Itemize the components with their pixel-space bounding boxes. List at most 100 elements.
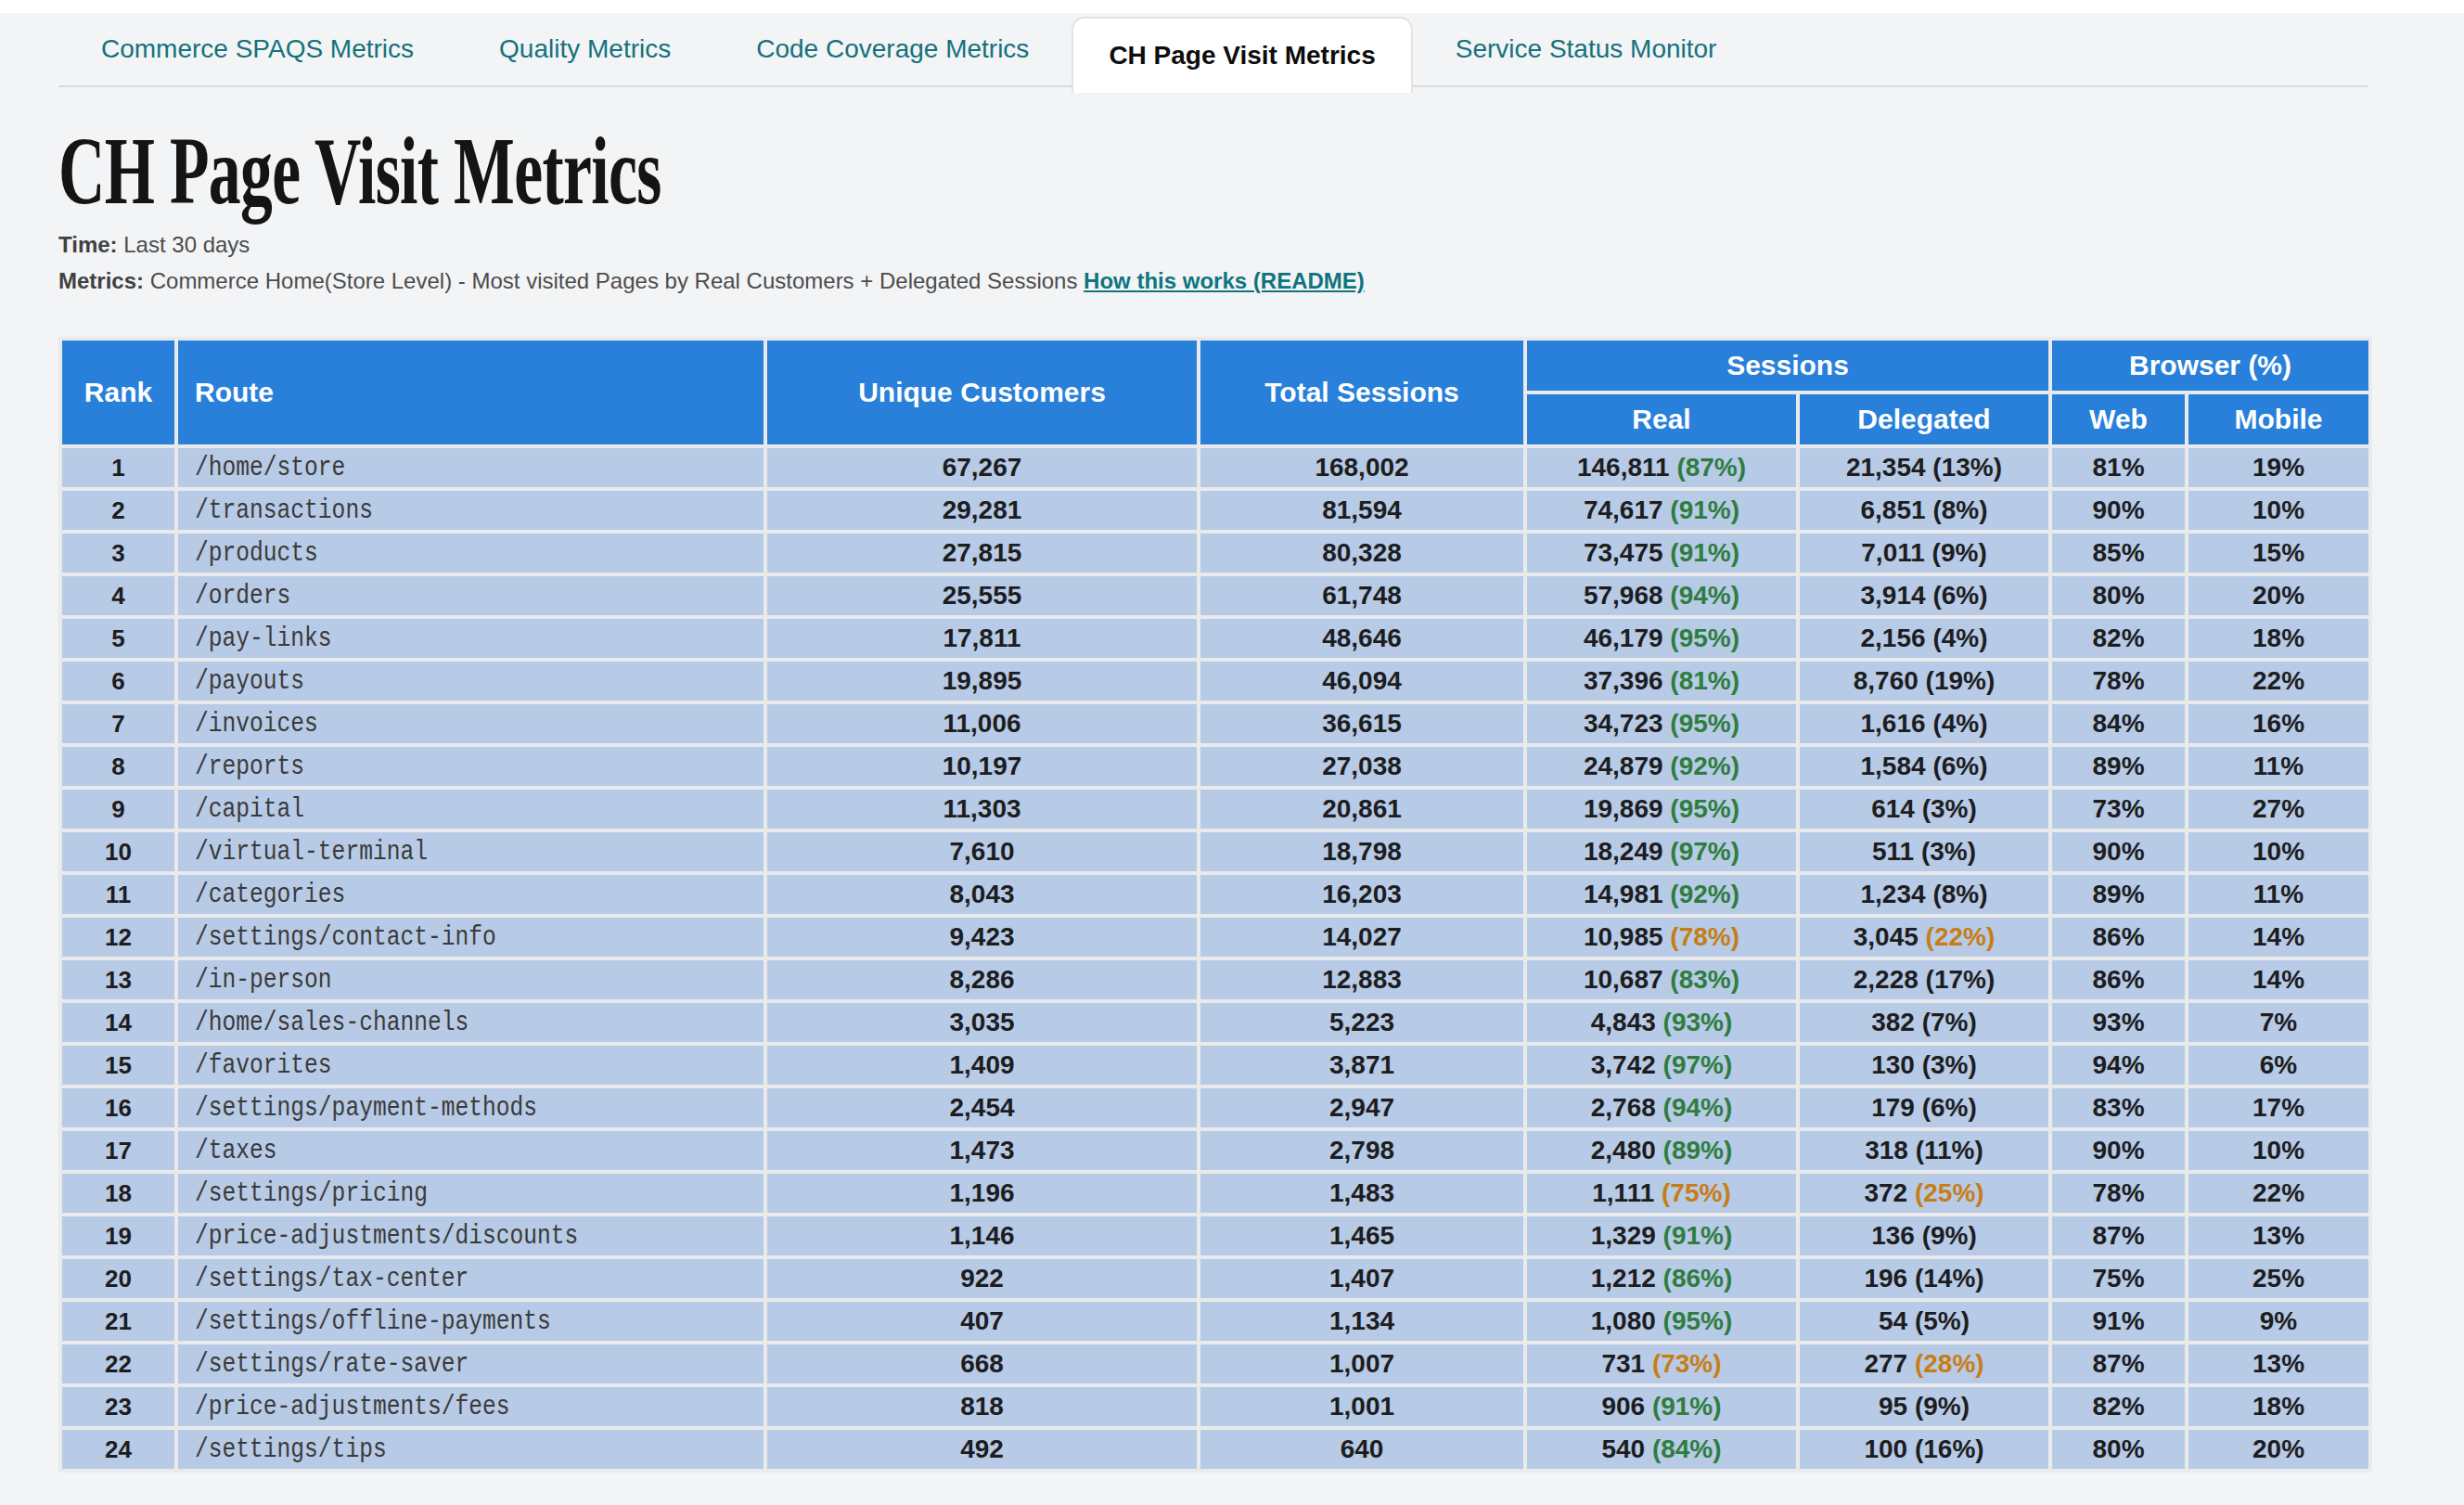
cell-web-pct: 90% <box>2052 832 2185 871</box>
cell-delegated-sessions: 1,234 (8%) <box>1800 875 2048 914</box>
cell-unique-customers: 922 <box>767 1259 1197 1298</box>
table-row: 13 /in-person 8,286 12,883 10,687 (83%) … <box>62 960 2368 999</box>
table-row: 10 /virtual-terminal 7,610 18,798 18,249… <box>62 832 2368 871</box>
cell-web-pct: 75% <box>2052 1259 2185 1298</box>
cell-total-sessions: 12,883 <box>1200 960 1523 999</box>
metrics-table-wrap: Rank Route Unique Customers Total Sessio… <box>58 337 2464 1473</box>
cell-mobile-pct: 22% <box>2188 662 2368 701</box>
cell-total-sessions: 1,007 <box>1200 1344 1523 1383</box>
cell-real-sessions: 18,249 (97%) <box>1527 832 1796 871</box>
cell-real-sessions: 10,985 (78%) <box>1527 918 1796 957</box>
cell-mobile-pct: 19% <box>2188 448 2368 487</box>
tab-quality-metrics[interactable]: Quality Metrics <box>456 13 713 85</box>
metrics-label: Metrics: <box>58 268 144 293</box>
cell-mobile-pct: 20% <box>2188 576 2368 615</box>
cell-unique-customers: 11,006 <box>767 704 1197 743</box>
cell-real-sessions: 146,811 (87%) <box>1527 448 1796 487</box>
cell-rank: 3 <box>62 534 174 572</box>
cell-route: /home/sales-channels <box>178 1003 764 1042</box>
cell-total-sessions: 1,001 <box>1200 1387 1523 1426</box>
cell-rank: 6 <box>62 662 174 701</box>
table-row: 12 /settings/contact-info 9,423 14,027 1… <box>62 918 2368 957</box>
cell-web-pct: 87% <box>2052 1216 2185 1255</box>
tab-service-status-monitor[interactable]: Service Status Monitor <box>1413 13 1760 85</box>
table-row: 21 /settings/offline-payments 407 1,134 … <box>62 1302 2368 1341</box>
cell-delegated-sessions: 196 (14%) <box>1800 1259 2048 1298</box>
cell-web-pct: 73% <box>2052 790 2185 829</box>
cell-route: /settings/tax-center <box>178 1259 764 1298</box>
tab-bar: Commerce SPAQS MetricsQuality MetricsCod… <box>0 13 2464 93</box>
cell-unique-customers: 668 <box>767 1344 1197 1383</box>
cell-unique-customers: 9,423 <box>767 918 1197 957</box>
cell-mobile-pct: 9% <box>2188 1302 2368 1341</box>
cell-total-sessions: 1,465 <box>1200 1216 1523 1255</box>
cell-real-sessions: 906 (91%) <box>1527 1387 1796 1426</box>
page-top-strip <box>0 0 2464 13</box>
cell-total-sessions: 1,483 <box>1200 1174 1523 1213</box>
cell-rank: 2 <box>62 491 174 530</box>
cell-mobile-pct: 17% <box>2188 1088 2368 1127</box>
cell-mobile-pct: 18% <box>2188 1387 2368 1426</box>
cell-unique-customers: 1,146 <box>767 1216 1197 1255</box>
cell-real-sessions: 34,723 (95%) <box>1527 704 1796 743</box>
cell-delegated-sessions: 2,156 (4%) <box>1800 619 2048 658</box>
cell-route: /price-adjustments/discounts <box>178 1216 764 1255</box>
cell-route: /settings/offline-payments <box>178 1302 764 1341</box>
cell-unique-customers: 27,815 <box>767 534 1197 572</box>
cell-web-pct: 78% <box>2052 1174 2185 1213</box>
cell-mobile-pct: 6% <box>2188 1046 2368 1085</box>
header-total-sessions: Total Sessions <box>1200 341 1523 444</box>
cell-route: /home/store <box>178 448 764 487</box>
cell-real-sessions: 14,981 (92%) <box>1527 875 1796 914</box>
cell-rank: 5 <box>62 619 174 658</box>
table-row: 3 /products 27,815 80,328 73,475 (91%) 7… <box>62 534 2368 572</box>
table-row: 9 /capital 11,303 20,861 19,869 (95%) 61… <box>62 790 2368 829</box>
cell-unique-customers: 818 <box>767 1387 1197 1426</box>
cell-delegated-sessions: 54 (5%) <box>1800 1302 2048 1341</box>
cell-rank: 12 <box>62 918 174 957</box>
header-route: Route <box>178 341 764 444</box>
cell-mobile-pct: 10% <box>2188 1131 2368 1170</box>
cell-web-pct: 93% <box>2052 1003 2185 1042</box>
tab-ch-page-visit-metrics[interactable]: CH Page Visit Metrics <box>1072 17 1412 93</box>
cell-delegated-sessions: 277 (28%) <box>1800 1344 2048 1383</box>
tab-commerce-spaqs-metrics[interactable]: Commerce SPAQS Metrics <box>58 13 456 85</box>
cell-total-sessions: 18,798 <box>1200 832 1523 871</box>
cell-route: /settings/payment-methods <box>178 1088 764 1127</box>
cell-route: /products <box>178 534 764 572</box>
cell-rank: 10 <box>62 832 174 871</box>
cell-web-pct: 90% <box>2052 491 2185 530</box>
cell-web-pct: 89% <box>2052 875 2185 914</box>
cell-total-sessions: 36,615 <box>1200 704 1523 743</box>
cell-rank: 7 <box>62 704 174 743</box>
cell-delegated-sessions: 136 (9%) <box>1800 1216 2048 1255</box>
cell-real-sessions: 10,687 (83%) <box>1527 960 1796 999</box>
table-row: 17 /taxes 1,473 2,798 2,480 (89%) 318 (1… <box>62 1131 2368 1170</box>
cell-delegated-sessions: 511 (3%) <box>1800 832 2048 871</box>
cell-route: /settings/pricing <box>178 1174 764 1213</box>
cell-real-sessions: 1,111 (75%) <box>1527 1174 1796 1213</box>
tab-code-coverage-metrics[interactable]: Code Coverage Metrics <box>713 13 1072 85</box>
cell-web-pct: 94% <box>2052 1046 2185 1085</box>
cell-total-sessions: 1,407 <box>1200 1259 1523 1298</box>
cell-mobile-pct: 13% <box>2188 1216 2368 1255</box>
cell-route: /settings/tips <box>178 1430 764 1469</box>
table-row: 2 /transactions 29,281 81,594 74,617 (91… <box>62 491 2368 530</box>
cell-unique-customers: 10,197 <box>767 747 1197 786</box>
cell-web-pct: 81% <box>2052 448 2185 487</box>
header-mobile: Mobile <box>2188 394 2368 444</box>
readme-link[interactable]: How this works (README) <box>1084 268 1365 293</box>
cell-route: /transactions <box>178 491 764 530</box>
table-row: 19 /price-adjustments/discounts 1,146 1,… <box>62 1216 2368 1255</box>
cell-web-pct: 78% <box>2052 662 2185 701</box>
cell-rank: 16 <box>62 1088 174 1127</box>
cell-route: /price-adjustments/fees <box>178 1387 764 1426</box>
cell-unique-customers: 2,454 <box>767 1088 1197 1127</box>
cell-mobile-pct: 18% <box>2188 619 2368 658</box>
cell-delegated-sessions: 372 (25%) <box>1800 1174 2048 1213</box>
cell-rank: 15 <box>62 1046 174 1085</box>
cell-web-pct: 80% <box>2052 1430 2185 1469</box>
cell-real-sessions: 3,742 (97%) <box>1527 1046 1796 1085</box>
time-value: Last 30 days <box>118 232 250 257</box>
metrics-table: Rank Route Unique Customers Total Sessio… <box>58 337 2372 1473</box>
